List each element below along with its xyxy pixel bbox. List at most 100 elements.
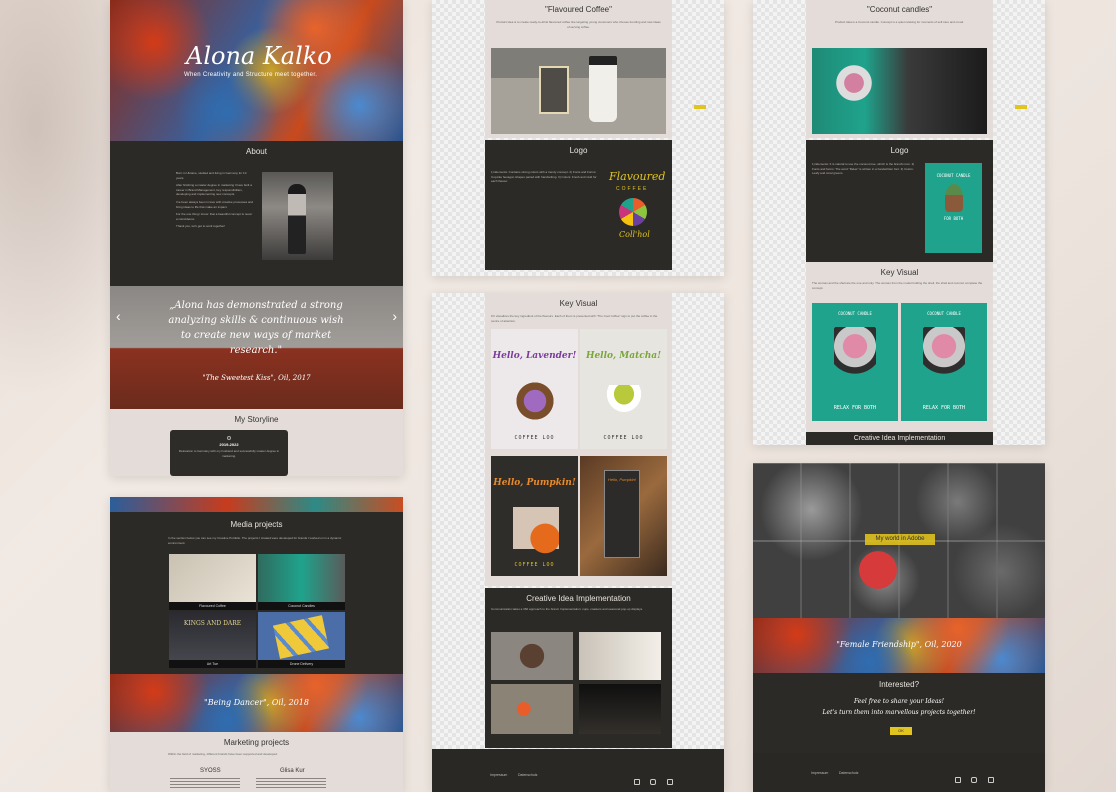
footer-impressum-link[interactable]: Impressum xyxy=(811,771,828,775)
kv-headline: Hello, Matcha! xyxy=(585,351,662,361)
slider-quote: „Alona has demonstrated a strong analyzi… xyxy=(168,300,344,356)
portrait-photo xyxy=(262,172,333,260)
kv-matcha: Hello, Matcha! COFFEE LOO xyxy=(580,329,667,449)
adobe-badge[interactable]: My world in Adobe xyxy=(865,534,935,545)
candles-kv-title: Key Visual xyxy=(880,268,919,277)
kv-label: COFFEE LOO xyxy=(603,435,644,441)
marketing-col-text xyxy=(170,778,240,788)
media-top-strip xyxy=(110,497,403,512)
media-tile-candles[interactable]: Coconut Candles xyxy=(258,554,345,610)
tile-caption: Drone Delivery xyxy=(258,660,345,668)
screen-coffee-intro: "Flavoured Coffee" Product idea is to cr… xyxy=(432,0,724,276)
storyline-card: 2019-2022 Relocation to Germany with my … xyxy=(170,430,288,476)
candles-hero-image xyxy=(812,48,987,134)
about-paragraph: Thank you, let's get to work together! xyxy=(176,224,226,229)
candles-logo-card: COCONUT CANDLE FOR BOTH xyxy=(925,163,982,253)
candles-intro: Product idea is a Coconut candle. Concep… xyxy=(834,20,965,24)
about-paragraph: After finishing a master degree in marke… xyxy=(176,183,252,197)
kv-pumpkin-display: Hello, Pumpkin! xyxy=(580,456,667,576)
coffee-title: "Flavoured Coffee" xyxy=(545,5,612,14)
adobe-painting-caption: "Female Friendship", Oil, 2020 xyxy=(836,640,962,649)
candles-scroll-marker[interactable] xyxy=(1015,105,1027,109)
hero-name: Alona Kalko xyxy=(186,42,332,70)
kv-label: COFFEE LOO xyxy=(514,562,555,568)
coconut-tree-icon xyxy=(944,184,963,212)
coffee-logo-section: Logo 1) Elements: Contains strong colors… xyxy=(485,140,672,270)
adobe-ok-button[interactable]: OK xyxy=(890,727,912,735)
marketing-title: Marketing projects xyxy=(223,738,290,747)
instagram-icon[interactable] xyxy=(971,777,978,783)
kv-pumpkin: Hello, Pumpkin! COFFEE LOO xyxy=(491,456,578,576)
cii-coffee-3 xyxy=(491,684,573,734)
hero-banner: Alona Kalko When Creativity and Structur… xyxy=(110,0,403,141)
coffee-panel: "Flavoured Coffee" Product idea is to cr… xyxy=(485,0,672,138)
media-title: Media projects xyxy=(230,520,283,529)
kv-pumpkin-art xyxy=(513,502,559,554)
coffee-brand-line2: COFFEE xyxy=(616,186,649,192)
coffee-brand-line1: Flavoured xyxy=(609,170,666,183)
email-icon[interactable] xyxy=(634,779,640,785)
coffee-intro: Product idea is to create ready-to-drink… xyxy=(496,20,661,29)
media-section: Media projects In the section below you … xyxy=(110,512,403,674)
about-section: About Born in Ukraine, studied and livin… xyxy=(110,141,403,286)
kv-poster-face xyxy=(834,327,876,391)
adobe-cta-line1: Feel free to share your Ideas! xyxy=(853,698,945,705)
media-painting-banner: "Being Dancer", Oil, 2018 xyxy=(110,674,403,732)
tile-caption: Flavoured Coffee xyxy=(169,602,256,610)
kv-label: COFFEE LOO xyxy=(514,435,555,441)
about-paragraph: Born in Ukraine, studied and living in G… xyxy=(176,171,247,180)
coffee-cii-title: Creative Idea Implementation xyxy=(526,594,631,603)
screen-media-projects: Media projects In the section below you … xyxy=(110,497,403,792)
candles-title: "Coconut candles" xyxy=(866,5,933,14)
marketing-col-glisa: Glisa Kur xyxy=(280,768,305,774)
media-intro: In the section below you can see my Crea… xyxy=(168,536,342,545)
social-icons xyxy=(949,770,994,788)
linkedin-icon[interactable] xyxy=(987,777,994,783)
instagram-icon[interactable] xyxy=(650,779,657,785)
media-tile-art[interactable]: KINGS AND DARE Art Tue xyxy=(169,612,256,668)
coffee-hero-image xyxy=(491,48,666,134)
coffee-kv-title: Key Visual xyxy=(559,299,598,308)
storyline-dot-icon xyxy=(227,436,231,440)
adobe-strawberry-art xyxy=(853,543,903,603)
coffee-scroll-marker[interactable] xyxy=(694,105,706,109)
hero-tagline: When Creativity and Structure meet toget… xyxy=(184,72,318,78)
screen-adobe: My world in Adobe "Female Friendship", O… xyxy=(753,463,1045,792)
slider-painting-caption: "The Sweetest Kiss", Oil, 2017 xyxy=(202,374,311,382)
candles-logo-text: 1) Elements: It is natural to use the co… xyxy=(812,162,915,176)
slider-next-button[interactable]: › xyxy=(392,308,397,324)
screen-home: Alona Kalko When Creativity and Structur… xyxy=(110,0,403,476)
candles-cii-title: Creative Idea Implementation xyxy=(853,435,946,442)
adobe-interested-title: Interested? xyxy=(878,680,920,689)
kv-poster-face xyxy=(923,327,965,391)
kv-poster-bottom: RELAX FOR BOTH xyxy=(922,405,966,411)
tile-overlay-text: KINGS AND DARE xyxy=(183,620,242,627)
cii-coffee-4 xyxy=(579,684,661,734)
media-tile-drone[interactable]: Drone Delivery xyxy=(258,612,345,668)
candles-cii-section: Creative Idea Implementation xyxy=(806,432,993,445)
linkedin-icon[interactable] xyxy=(666,779,673,785)
marketing-col-syoss: SYOSS xyxy=(200,768,221,774)
adobe-cta-line2: Let's turn them into marvellous projects… xyxy=(822,709,976,716)
about-paragraph: For the one thing I know: that a beautif… xyxy=(176,212,253,221)
footer-datenschutz-link[interactable]: Datenschutz xyxy=(518,773,537,777)
kv-poster-top: COCONUT CANDLE xyxy=(838,311,872,316)
email-icon[interactable] xyxy=(955,777,961,783)
marketing-col-text xyxy=(256,778,326,788)
kv-lavender-art xyxy=(509,375,561,427)
coffee-box-image xyxy=(539,66,569,114)
cii-coffee-1 xyxy=(491,632,573,680)
candles-kv-panel: Key Visual The woman and the shell are t… xyxy=(806,262,993,432)
slider-prev-button[interactable]: ‹ xyxy=(116,308,121,324)
candles-logo-card-title: COCONUT CANDLE xyxy=(936,173,971,178)
footer-datenschutz-link[interactable]: Datenschutz xyxy=(839,771,858,775)
footer-impressum-link[interactable]: Impressum xyxy=(490,773,507,777)
storyline-title: My Storyline xyxy=(234,415,279,424)
candles-kv-intro: The woman and the shell are the one and … xyxy=(812,281,983,290)
adobe-collage: My world in Adobe xyxy=(753,463,1045,618)
about-title: About xyxy=(246,147,267,156)
coffee-cii-intro: Communication takes a 360 approach to th… xyxy=(491,607,643,611)
coffee-cup-image xyxy=(589,56,617,122)
media-tile-coffee[interactable]: Flavoured Coffee xyxy=(169,554,256,610)
coffee-brand-word: Coll'hol xyxy=(619,230,650,239)
